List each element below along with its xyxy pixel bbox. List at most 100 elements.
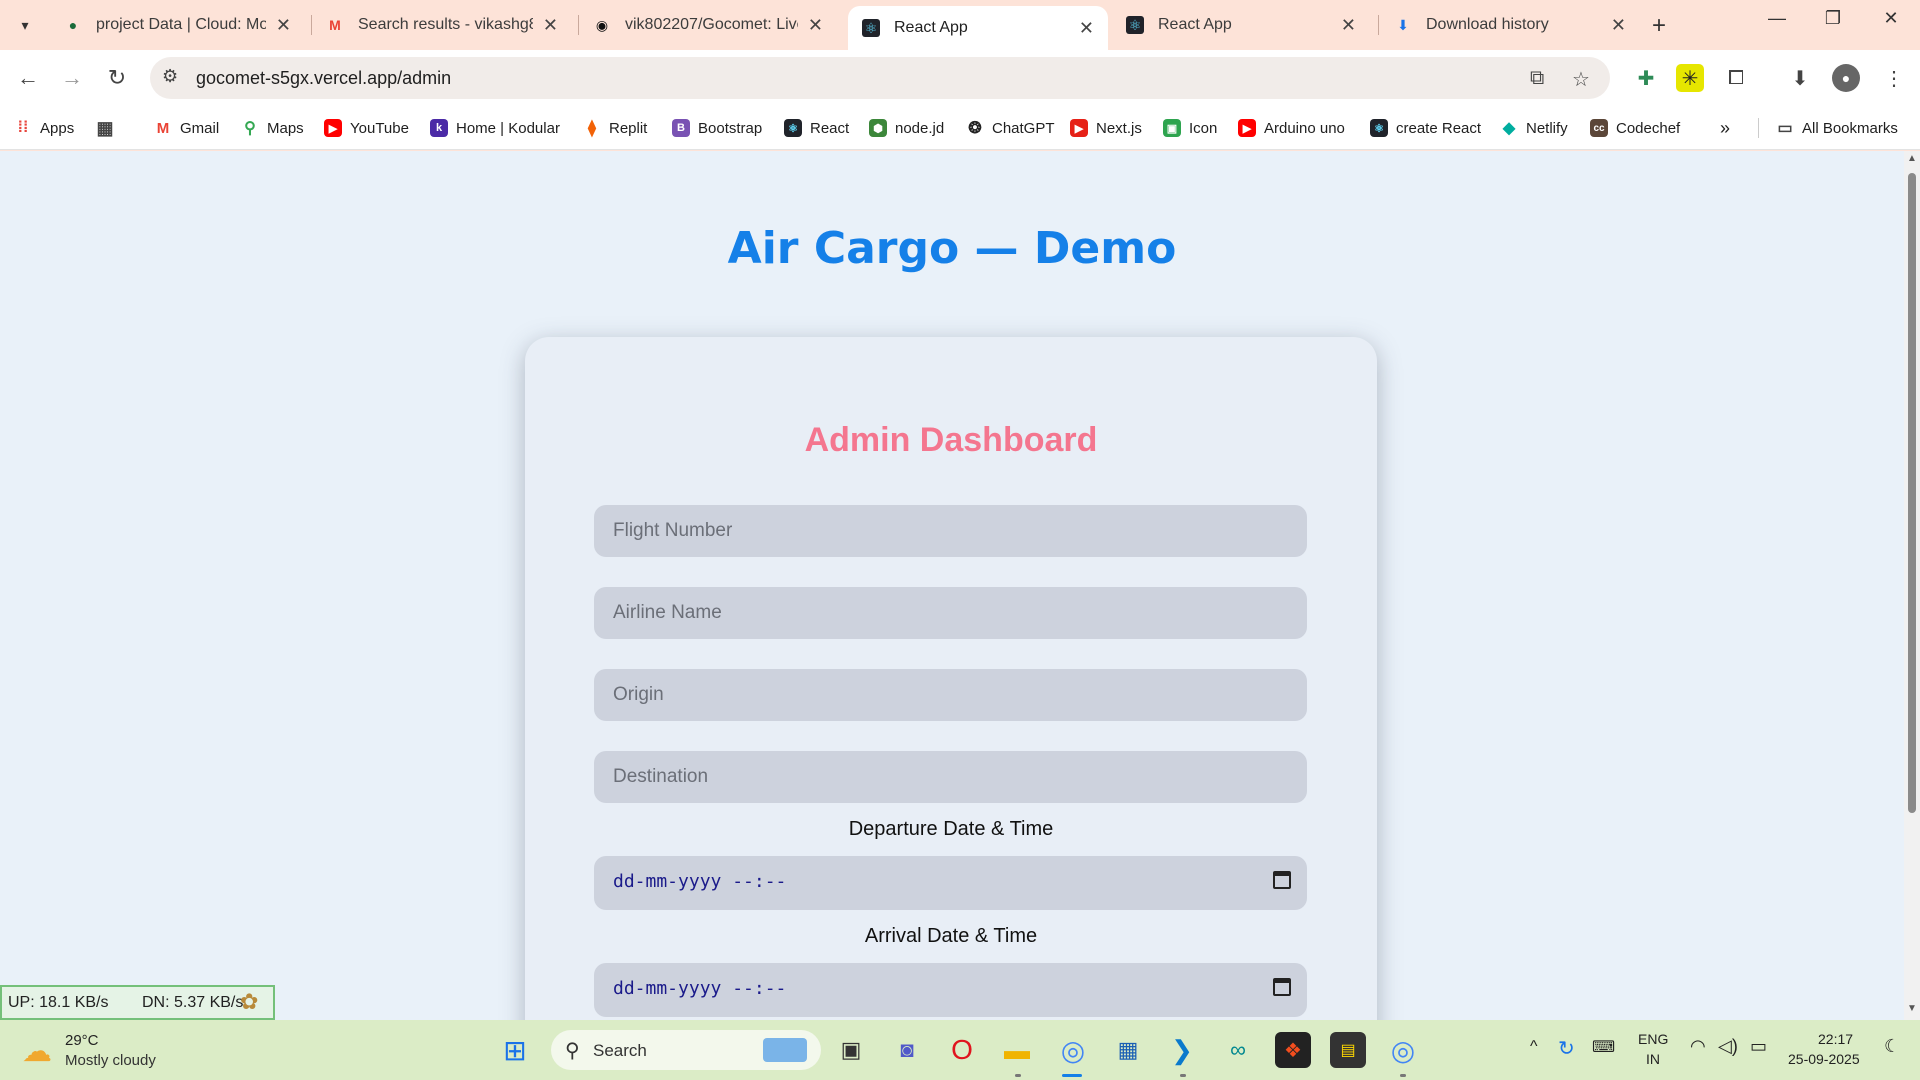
url-text[interactable]: gocomet-s5gx.vercel.app/admin — [196, 68, 451, 89]
minimize-button[interactable]: — — [1754, 8, 1800, 29]
bookmark-gmail[interactable]: M Gmail — [154, 116, 219, 140]
bookmark-chatgpt[interactable]: ❂ ChatGPT — [966, 116, 1054, 140]
bookmark-replit[interactable]: ⧫ Replit — [583, 116, 647, 140]
chrome-icon[interactable]: ◎ — [1055, 1032, 1091, 1068]
bookmark-maps[interactable]: ⚲ Maps — [241, 116, 304, 140]
origin-input[interactable] — [594, 669, 1307, 721]
microsoft-store-icon[interactable]: ▦ — [1110, 1032, 1146, 1068]
youtube-icon: ▶ — [1238, 119, 1256, 137]
close-icon[interactable]: ✕ — [276, 15, 291, 36]
all-bookmarks-button[interactable]: ▭ All Bookmarks — [1776, 116, 1897, 140]
close-icon[interactable]: ✕ — [543, 15, 558, 36]
bookmark-react[interactable]: ⚛ React — [784, 116, 849, 140]
arrival-label: Arrival Date & Time — [864, 925, 1038, 947]
tab-download-history[interactable]: ⬇ Download history ✕ — [1380, 6, 1640, 44]
kodular-icon: k — [430, 119, 448, 137]
bookmark-youtube[interactable]: ▶ YouTube — [324, 116, 409, 140]
reload-button[interactable]: ↻ — [101, 62, 133, 94]
site-info-icon[interactable]: ⚙ — [162, 66, 178, 87]
windows-start-icon[interactable]: ⊞ — [497, 1032, 533, 1068]
tab-mongodb[interactable]: ● project Data | Cloud: Mong ✕ — [50, 6, 305, 44]
downloads-icon[interactable]: ⬇ — [1786, 64, 1814, 92]
address-bar[interactable]: ⚙ gocomet-s5gx.vercel.app/admin ⧉ ☆ — [150, 57, 1610, 99]
tab-gmail[interactable]: M Search results - vikashg802 ✕ — [312, 6, 572, 44]
sync-icon[interactable]: ↻ — [1558, 1036, 1575, 1061]
bookmark-nodejs[interactable]: ⬢ node.jd — [869, 116, 944, 140]
card-title: Admin Dashboard — [804, 421, 1098, 459]
bookmark-codechef[interactable]: cc Codechef — [1590, 116, 1680, 140]
browser-toolbar: ← → ↻ ⚙ gocomet-s5gx.vercel.app/admin ⧉ … — [0, 50, 1920, 106]
tab-react-app-active[interactable]: ⚛ React App ✕ — [848, 6, 1108, 50]
arrival-datetime-input[interactable]: dd-mm-yyyy --:-- — [594, 963, 1307, 1017]
page-scrollbar[interactable]: ▲ ▼ — [1904, 151, 1920, 1020]
figma-icon[interactable]: ❖ — [1275, 1032, 1311, 1068]
bookmark-kodular[interactable]: k Home | Kodular — [430, 116, 560, 140]
scroll-thumb[interactable] — [1908, 173, 1916, 813]
airline-name-input[interactable] — [594, 587, 1307, 639]
vscode-icon[interactable]: ❯ — [1164, 1032, 1200, 1068]
bookmark-arduino-uno[interactable]: ▶ Arduino uno — [1238, 116, 1345, 140]
destination-input[interactable] — [594, 751, 1307, 803]
bookmark-netlify[interactable]: ◆ Netlify — [1500, 116, 1568, 140]
extension-star-icon[interactable]: ✳ — [1676, 64, 1704, 92]
close-icon[interactable]: ✕ — [808, 15, 823, 36]
tray-chevron-icon[interactable]: ^ — [1530, 1038, 1538, 1056]
close-icon[interactable]: ✕ — [1341, 15, 1356, 36]
close-icon[interactable]: ✕ — [1611, 15, 1626, 36]
language-top[interactable]: ENG — [1638, 1031, 1668, 1047]
keyboard-icon[interactable]: ⌨ — [1592, 1037, 1615, 1057]
bookmark-nextjs[interactable]: ▶ Next.js — [1070, 116, 1142, 140]
volume-icon[interactable]: ◁) — [1718, 1036, 1738, 1057]
page-viewport: Air Cargo — Demo Admin Dashboard Departu… — [0, 151, 1904, 1020]
extension-icon[interactable]: ✚ — [1632, 64, 1660, 92]
bookmark-star-icon[interactable]: ☆ — [1572, 67, 1590, 92]
file-explorer-icon[interactable]: ▬ — [999, 1032, 1035, 1068]
extensions-puzzle-icon[interactable]: ⧠ — [1722, 64, 1750, 92]
weather-temperature[interactable]: 29°C — [65, 1032, 99, 1049]
chrome-profile-icon[interactable]: ◎ — [1385, 1032, 1421, 1068]
teams-meet-icon[interactable]: ◙ — [889, 1032, 925, 1068]
taskbar-search[interactable]: ⚲ Search — [551, 1030, 821, 1070]
language-bottom[interactable]: IN — [1646, 1051, 1660, 1067]
bookmark-grid[interactable]: ▦ — [96, 116, 122, 140]
install-app-icon[interactable]: ⧉ — [1530, 67, 1544, 90]
back-button[interactable]: ← — [12, 62, 44, 94]
weather-description[interactable]: Mostly cloudy — [65, 1052, 156, 1069]
netspeed-widget: UP: 18.1 KB/s DN: 5.37 KB/s ✿ — [0, 985, 275, 1020]
replit-icon: ⧫ — [588, 120, 596, 137]
restore-button[interactable]: ❐ — [1810, 8, 1856, 29]
bookmarks-bar: ⁞⁞ Apps ▦ M Gmail ⚲ Maps ▶ YouTube k Hom… — [0, 106, 1920, 150]
flight-number-input[interactable] — [594, 505, 1307, 557]
bookmark-icon[interactable]: ▣ Icon — [1163, 116, 1217, 140]
scroll-down-arrow-icon[interactable]: ▼ — [1907, 1003, 1917, 1014]
notifications-moon-icon[interactable]: ☾ — [1884, 1036, 1900, 1057]
menu-kebab-icon[interactable]: ⋮ — [1880, 64, 1908, 92]
calendar-icon[interactable] — [1273, 871, 1291, 889]
bookmark-apps[interactable]: ⁞⁞ Apps — [14, 116, 75, 140]
departure-datetime-input[interactable]: dd-mm-yyyy --:-- — [594, 856, 1307, 910]
profile-avatar[interactable]: ● — [1832, 64, 1860, 92]
weather-cloud-icon[interactable]: ☁ — [22, 1034, 52, 1069]
tab-github[interactable]: ◉ vik802207/Gocomet: Live P ✕ — [579, 6, 837, 44]
task-view-icon[interactable]: ▣ — [833, 1032, 869, 1068]
scroll-up-arrow-icon[interactable]: ▲ — [1907, 153, 1917, 164]
bookmarks-overflow-chevron-icon[interactable]: » — [1720, 116, 1730, 140]
arduino-ide-icon[interactable]: ∞ — [1220, 1032, 1256, 1068]
close-icon[interactable]: ✕ — [1079, 18, 1094, 39]
opera-icon[interactable]: O — [944, 1032, 980, 1068]
search-icon: ⚲ — [565, 1040, 580, 1062]
new-tab-button[interactable]: + — [1652, 12, 1666, 40]
calendar-icon[interactable] — [1273, 978, 1291, 996]
battery-icon[interactable]: ▭ — [1750, 1036, 1767, 1057]
forward-button[interactable]: → — [56, 62, 88, 94]
winrar-icon[interactable]: ▤ — [1330, 1032, 1366, 1068]
wifi-icon[interactable]: ◠ — [1690, 1036, 1706, 1057]
tab-search-button[interactable]: ▾ — [10, 10, 40, 40]
bookmark-create-react[interactable]: ⚛ create React — [1370, 116, 1481, 140]
folder-icon: ▭ — [1777, 120, 1793, 137]
bookmark-bootstrap[interactable]: B Bootstrap — [672, 116, 762, 140]
clock-date[interactable]: 25-09-2025 — [1788, 1051, 1860, 1067]
window-close-button[interactable]: ✕ — [1868, 8, 1914, 29]
tab-react-app[interactable]: ⚛ React App ✕ — [1112, 6, 1370, 44]
clock-time[interactable]: 22:17 — [1818, 1031, 1853, 1047]
